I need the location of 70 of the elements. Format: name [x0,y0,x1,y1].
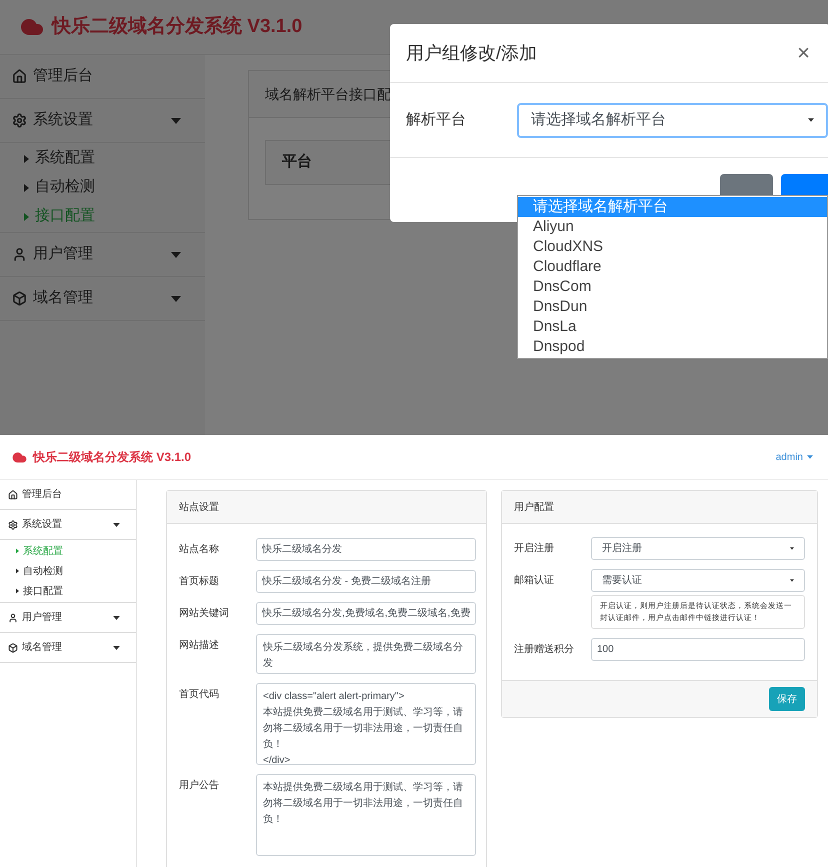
textarea-field[interactable]: <div class="alert alert-primary"> 本站提供免费二级域名用于测试、学习等，请勿将二级域名用于一切非法用途，一切责任自负！ </div> [256,683,476,765]
user-icon [8,612,18,622]
caret-icon [790,579,794,582]
dropdown-option[interactable]: DnsLa [518,317,827,337]
modal-title: 用户组修改/添加 [406,42,538,64]
caret-icon [16,588,19,594]
caret-icon [113,616,120,620]
caret-icon [16,568,19,574]
dropdown-option[interactable]: Aliyun [518,217,827,237]
caret-icon [24,212,29,220]
dropdown-option[interactable]: Dnspod [518,337,827,357]
sidebar-item[interactable]: 系统设置 [0,99,205,142]
caret-icon [171,296,181,302]
field-label: 网站关键词 [179,606,230,621]
dropdown-option[interactable]: DnsCom [518,277,827,297]
select-field[interactable]: 开启注册 [591,537,805,560]
input-field[interactable]: 100 [591,638,805,661]
submenu-item[interactable]: 自动检测 [0,561,136,581]
select-field[interactable]: 需要认证 [591,569,805,592]
cube-icon [12,291,27,306]
caret-icon [171,252,181,258]
field-label: 解析平台 [406,110,467,130]
field-label: 网站描述 [179,638,220,653]
dropdown-option[interactable]: DnsDun [518,297,827,317]
field-label: 开启注册 [514,542,555,556]
gear-icon [12,113,27,128]
textarea-field[interactable]: 快乐二级域名分发系统，提供免费二级域名分发 [256,634,476,674]
home-icon [12,69,27,84]
field-label: 站点名称 [179,542,220,557]
submenu-item[interactable]: 系统配置 [0,144,205,173]
input-field[interactable]: 快乐二级域名分发,免费域名,免费二级域名,免费 [256,602,476,625]
field-label: 注册赠送积分 [514,642,575,657]
sidebar-item[interactable]: 用户管理 [0,603,136,632]
caret-icon [790,547,794,550]
caret-icon [113,646,120,650]
input-field[interactable]: 快乐二级域名分发 - 免费二级域名注册 [256,570,476,593]
sidebar-item[interactable]: 用户管理 [0,233,205,276]
field-label: 首页标题 [179,574,220,589]
sidebar-item[interactable]: 管理后台 [0,55,205,98]
sidebar-item[interactable]: 管理后台 [0,480,136,509]
close-button[interactable]: × [797,42,810,64]
field-label: 首页代码 [179,688,220,702]
dropdown-option[interactable]: CloudXNS [518,237,827,257]
card-title: 域名解析平台接口配 [265,84,391,104]
cube-icon [8,642,18,652]
app-title: 快乐二级域名分发系统 V3.1.0 [52,14,302,39]
cloud-icon [12,450,27,464]
user-icon [12,247,27,262]
gear-icon [8,520,18,530]
dropdown-option[interactable]: Cloudflare [518,257,827,277]
caret-icon [24,154,29,162]
field-label: 邮箱认证 [514,574,555,588]
sidebar-item[interactable]: 域名管理 [0,277,205,320]
card-title: 站点设置 [179,500,219,514]
caret-icon [24,184,29,192]
input-field[interactable]: 快乐二级域名分发 [256,538,476,561]
app-title: 快乐二级域名分发系统 V3.1.0 [33,449,192,466]
sidebar-item[interactable]: 域名管理 [0,633,136,662]
submenu-item[interactable]: 自动检测 [0,173,205,202]
home-icon [8,490,18,500]
card-title: 用户配置 [514,500,554,514]
textarea-field[interactable]: 本站提供免费二级域名用于测试、学习等，请勿将二级域名用于一切非法用途，一切责任自负！ [256,774,476,856]
platform-select[interactable]: 请选择域名解析平台 [517,102,828,138]
field-label: 用户公告 [179,778,220,793]
submenu-item[interactable]: 接口配置 [0,581,136,601]
caret-icon [113,522,120,526]
caret-icon [807,455,813,459]
sidebar-item[interactable]: 系统设置 [0,510,136,539]
caret-icon [16,548,19,554]
caret-icon [171,118,181,124]
